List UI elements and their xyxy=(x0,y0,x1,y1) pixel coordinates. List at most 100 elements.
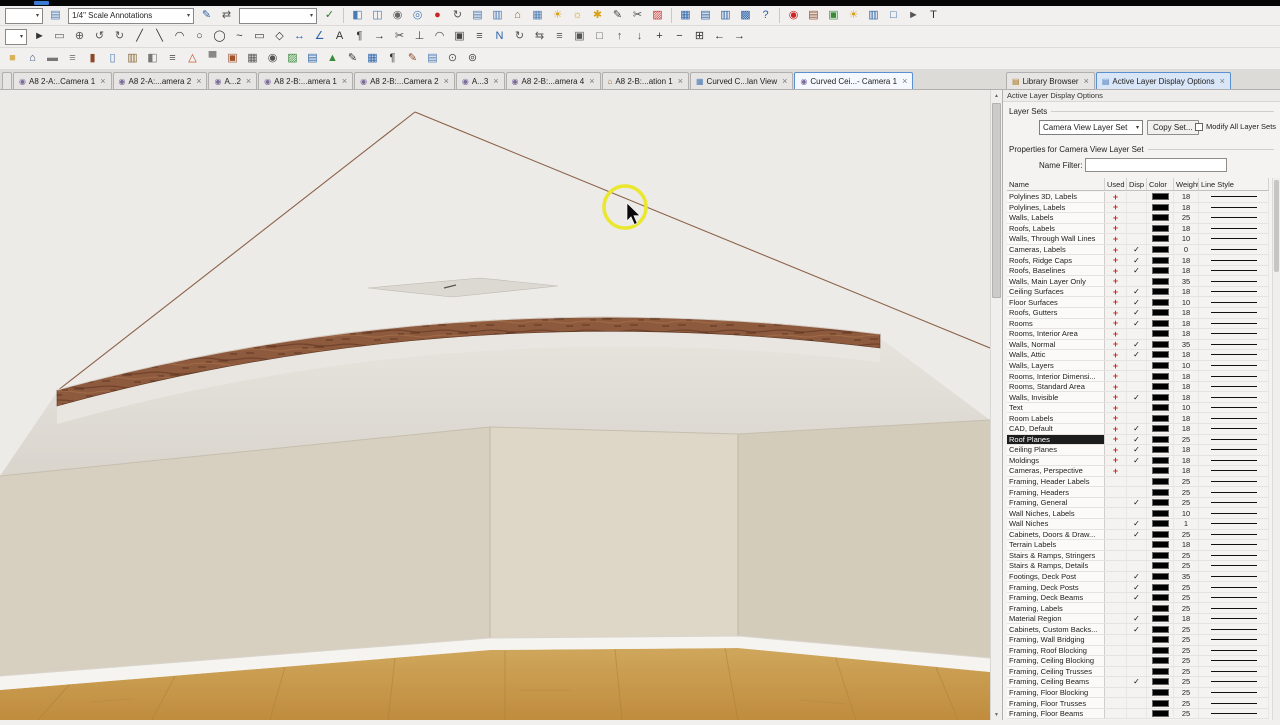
layer-row[interactable]: Roofs, Ridge Caps + ✓ 18 xyxy=(1007,255,1269,266)
tab-a8-2b-camera-4[interactable]: ◉ A8 2-B:...amera 4 × xyxy=(505,72,601,89)
copy-set-button[interactable]: Copy Set... xyxy=(1147,120,1199,135)
stairs-tool-icon[interactable]: ≡ xyxy=(163,50,182,67)
layer-linestyle-cell[interactable] xyxy=(1199,424,1269,434)
layer-linestyle-cell[interactable] xyxy=(1199,624,1269,634)
layer-row[interactable]: Rooms + ✓ 18 xyxy=(1007,318,1269,330)
rotate-icon[interactable]: ↻ xyxy=(510,28,529,45)
layer-linestyle-cell[interactable] xyxy=(1199,698,1269,708)
layer-linestyle-cell[interactable] xyxy=(1199,656,1269,666)
layer-disp-cell[interactable]: ✓ xyxy=(1127,687,1147,698)
layer-disp-cell[interactable]: ✓ xyxy=(1127,455,1147,466)
layer-linestyle-cell[interactable] xyxy=(1199,571,1269,582)
layer-disp-cell[interactable]: ✓ xyxy=(1127,508,1147,518)
preview-icon[interactable]: ◉ xyxy=(263,50,282,67)
layer-linestyle-cell[interactable] xyxy=(1199,244,1269,255)
layer-row[interactable]: Walls, Invisible + ✓ 18 xyxy=(1007,392,1269,403)
layer-linestyle-cell[interactable] xyxy=(1199,371,1269,381)
tab-a8-2a-camera-2[interactable]: ◉ A8 2-A:...amera 2 × xyxy=(112,72,208,89)
layer-disp-cell[interactable]: ✓ xyxy=(1127,466,1147,476)
layer-color-cell[interactable] xyxy=(1147,308,1174,318)
tab-curved-ceiling-camera-1[interactable]: ◉ Curved Cei...- Camera 1 × xyxy=(794,72,914,89)
layer-color-cell[interactable] xyxy=(1147,550,1174,561)
light-toggle-icon[interactable]: ☼ xyxy=(568,7,587,24)
adjust-lights-icon[interactable]: ✱ xyxy=(588,7,607,24)
schedule-table-icon[interactable]: ▥ xyxy=(716,7,735,24)
tab-close-icon[interactable]: × xyxy=(196,76,201,86)
layer-linestyle-cell[interactable] xyxy=(1199,476,1269,487)
layer-color-cell[interactable] xyxy=(1147,445,1174,455)
tab-close-icon[interactable]: × xyxy=(100,76,105,86)
scroll-down-icon[interactable]: ▼ xyxy=(991,709,1002,720)
hatch-fill-icon[interactable]: ▨ xyxy=(648,7,667,24)
camera-view-icon[interactable]: ◉ xyxy=(388,7,407,24)
layer-row[interactable]: Ceiling Planes + ✓ 18 xyxy=(1007,445,1269,456)
layer-disp-cell[interactable]: ✓ xyxy=(1127,613,1147,624)
layer-row[interactable]: Polylines 3D, Labels + ✓ 18 xyxy=(1007,192,1269,203)
layer-color-cell[interactable] xyxy=(1147,265,1174,276)
layer-color-cell[interactable] xyxy=(1147,455,1174,466)
layer-row[interactable]: Roof Planes + ✓ 25 xyxy=(1007,434,1269,446)
layer-row[interactable]: Framing, Deck Beams + ✓ 25 xyxy=(1007,592,1269,604)
tab-a8-2b-camera-1[interactable]: ◉ A8 2-B:...amera 1 × xyxy=(258,72,354,89)
tab-a8-2b-camera-2[interactable]: ◉ A8 2-B:...Camera 2 × xyxy=(354,72,455,89)
layer-disp-cell[interactable]: ✓ xyxy=(1127,223,1147,234)
column-weight[interactable]: Weight xyxy=(1174,178,1199,190)
layer-row[interactable]: Framing, Floor Beams + ✓ 25 xyxy=(1007,708,1269,720)
record-walkthrough-icon[interactable]: ● xyxy=(428,7,447,24)
layer-row[interactable]: Walls, Labels + ✓ 25 xyxy=(1007,213,1269,224)
layer-disp-cell[interactable]: ✓ xyxy=(1127,381,1147,392)
layer-color-cell[interactable] xyxy=(1147,381,1174,392)
layer-linestyle-cell[interactable] xyxy=(1199,381,1269,392)
layer-color-cell[interactable] xyxy=(1147,286,1174,297)
layer-linestyle-cell[interactable] xyxy=(1199,350,1269,360)
layer-linestyle-cell[interactable] xyxy=(1199,645,1269,656)
layer-row[interactable]: Rooms, Standard Area + ✓ 18 xyxy=(1007,381,1269,393)
edit-surface-icon[interactable]: ✎ xyxy=(608,7,627,24)
angle-dimension-icon[interactable]: ∠ xyxy=(310,28,329,45)
layer-linestyle-cell[interactable] xyxy=(1199,392,1269,402)
arc-tool-icon[interactable]: ◠ xyxy=(170,28,189,45)
column-color[interactable]: Color xyxy=(1147,178,1174,190)
sun-settings-icon[interactable]: ☀ xyxy=(548,7,567,24)
layer-disp-cell[interactable]: ✓ xyxy=(1127,392,1147,402)
layer-linestyle-cell[interactable] xyxy=(1199,708,1269,719)
tab-curved-ceiling-plan-view[interactable]: ▦ Curved C...lan View × xyxy=(689,72,794,89)
layer-linestyle-cell[interactable] xyxy=(1199,455,1269,466)
undo-icon[interactable]: ↺ xyxy=(90,28,109,45)
open-plan-icon[interactable]: ■ xyxy=(3,50,22,67)
layer-color-cell[interactable] xyxy=(1147,698,1174,708)
layer-linestyle-cell[interactable] xyxy=(1199,329,1269,339)
layer-linestyle-cell[interactable] xyxy=(1199,603,1269,613)
layer-row[interactable]: Framing, Deck Posts + ✓ 25 xyxy=(1007,582,1269,593)
layer-linestyle-cell[interactable] xyxy=(1199,360,1269,371)
tab-close-icon[interactable]: × xyxy=(1084,76,1089,86)
layer-row[interactable]: Wall Niches, Labels + ✓ 10 xyxy=(1007,508,1269,519)
layer-row[interactable]: Material Region + ✓ 18 xyxy=(1007,613,1269,625)
measure-icon[interactable]: ≡ xyxy=(470,28,489,45)
layer-color-cell[interactable] xyxy=(1147,645,1174,656)
cad-detail-icon[interactable]: □ xyxy=(884,7,903,24)
layer-disp-cell[interactable]: ✓ xyxy=(1127,487,1147,497)
layer-disp-cell[interactable]: ✓ xyxy=(1127,244,1147,255)
layer-color-cell[interactable] xyxy=(1147,634,1174,645)
layer-color-cell[interactable] xyxy=(1147,402,1174,413)
break-tool-icon[interactable]: ✂ xyxy=(390,28,409,45)
layer-disp-cell[interactable]: ✓ xyxy=(1127,592,1147,603)
print-icon[interactable]: ▦ xyxy=(243,50,262,67)
layer-row[interactable]: Walls, Attic + ✓ 18 xyxy=(1007,350,1269,361)
raise-icon[interactable]: ↑ xyxy=(610,28,629,45)
layer-linestyle-cell[interactable] xyxy=(1199,318,1269,329)
layer-disp-cell[interactable]: ✓ xyxy=(1127,476,1147,487)
tab-a8-2b-elevation-1[interactable]: ⌂ A8 2-B:...ation 1 × xyxy=(601,72,689,89)
layer-row[interactable]: Walls, Normal + ✓ 35 xyxy=(1007,339,1269,351)
fixture-tool-icon[interactable]: ◧ xyxy=(143,50,162,67)
layer-color-cell[interactable] xyxy=(1147,424,1174,434)
layer-row[interactable]: Framing, Ceiling Blocking + ✓ 25 xyxy=(1007,656,1269,667)
layer-color-cell[interactable] xyxy=(1147,413,1174,424)
layer-disp-cell[interactable]: ✓ xyxy=(1127,708,1147,719)
layer-row[interactable]: Cabinets, Doors & Draw... + ✓ 25 xyxy=(1007,529,1269,541)
column-disp[interactable]: Disp xyxy=(1127,178,1147,190)
tab-a8-2a-camera-1[interactable]: ◉ A8 2-A:..Camera 1 × xyxy=(13,72,112,89)
layer-disp-cell[interactable]: ✓ xyxy=(1127,329,1147,339)
layer-linestyle-cell[interactable] xyxy=(1199,445,1269,455)
